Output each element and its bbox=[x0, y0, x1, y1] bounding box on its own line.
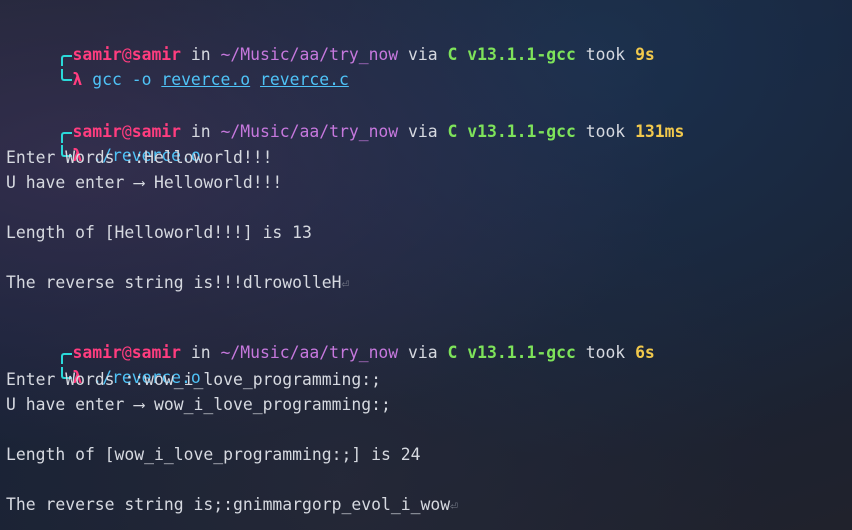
prompt-line-2: samir@samir in ~/Music/aa/try_now via C … bbox=[20, 99, 684, 143]
prompt-took-time: 6s bbox=[635, 343, 655, 362]
prompt-took-label: took bbox=[585, 122, 626, 141]
prompt-line-3: samir@samir in ~/Music/aa/try_now via C … bbox=[20, 320, 655, 364]
output-line: The reverse string is;:gnimmargorp_evol_… bbox=[6, 494, 458, 516]
terminal-window[interactable]: samir@samir in ~/Music/aa/try_now via C … bbox=[0, 0, 852, 530]
output-line: The reverse string is!!!dlrowolleH⏎ bbox=[6, 272, 349, 294]
command-text: gcc -o bbox=[92, 70, 152, 89]
prompt-corner-bottom-icon bbox=[59, 69, 73, 91]
prompt-took-label: took bbox=[585, 45, 626, 64]
output-line: Length of [Helloworld!!!] is 13 bbox=[6, 223, 312, 242]
output-line: U have enter ⟶ Helloworld!!! bbox=[6, 173, 283, 192]
enter-icon: ⏎ bbox=[450, 499, 458, 514]
output-line: Enter Words ::Helloworld!!! bbox=[6, 148, 273, 167]
prompt-lang: C v13.1.1-gcc bbox=[447, 343, 576, 362]
prompt-via: via bbox=[408, 45, 438, 64]
enter-icon: ⏎ bbox=[341, 277, 350, 292]
prompt-via: via bbox=[408, 122, 438, 141]
output-line: U have enter ⟶ wow_i_love_programming:; bbox=[6, 395, 391, 414]
command-line-3: λ ./reverce.o bbox=[20, 345, 201, 387]
output-text: The reverse string is;:gnimmargorp_evol_… bbox=[6, 495, 451, 514]
prompt-line-1: samir@samir in ~/Music/aa/try_now via C … bbox=[20, 22, 655, 66]
prompt-path: ~/Music/aa/try_now bbox=[220, 122, 399, 141]
prompt-took-time: 131ms bbox=[635, 122, 685, 141]
command-arg-link[interactable]: reverce.c bbox=[260, 70, 349, 89]
prompt-path: ~/Music/aa/try_now bbox=[220, 343, 399, 362]
lambda-icon: λ bbox=[72, 70, 83, 89]
prompt-took-label: took bbox=[585, 343, 626, 362]
prompt-took-time: 9s bbox=[635, 45, 655, 64]
output-line: Enter Words ::wow_i_love_programming:; bbox=[6, 370, 381, 389]
prompt-via: via bbox=[408, 343, 438, 362]
prompt-lang: C v13.1.1-gcc bbox=[447, 122, 576, 141]
command-line-1: λ gcc -o reverce.o reverce.c bbox=[20, 47, 349, 89]
output-line: Length of [wow_i_love_programming:;] is … bbox=[6, 445, 421, 464]
command-arg-link[interactable]: reverce.o bbox=[161, 70, 250, 89]
prompt-lang: C v13.1.1-gcc bbox=[447, 45, 576, 64]
command-line-2: λ ./reverce.o bbox=[20, 123, 201, 165]
output-text: The reverse string is!!!dlrowolleH bbox=[6, 273, 342, 292]
